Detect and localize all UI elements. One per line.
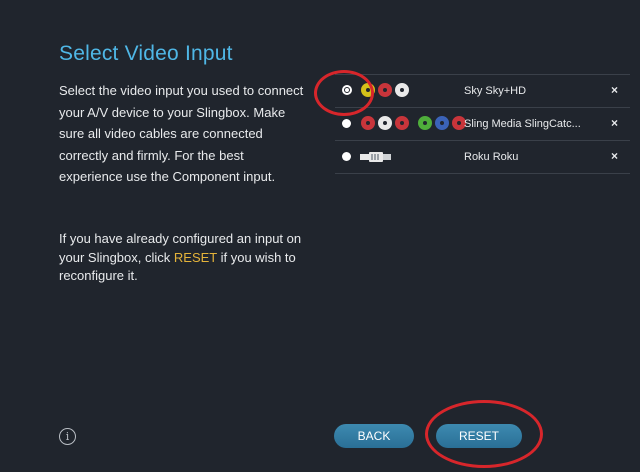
input-name: Sling Media SlingCatc...	[464, 118, 581, 130]
back-button[interactable]: BACK	[334, 424, 414, 448]
page-title: Select Video Input	[59, 42, 233, 65]
reset-link[interactable]: RESET	[174, 250, 217, 265]
video-input-row-roku[interactable]: Roku Roku ×	[335, 140, 630, 174]
input-name: Roku Roku	[464, 151, 519, 163]
remove-input-button[interactable]: ×	[611, 83, 618, 97]
input-radio[interactable]	[342, 119, 351, 128]
hdmi-plug-icon	[360, 152, 391, 162]
component-rca-plugs-icon	[361, 116, 466, 130]
reset-button[interactable]: RESET	[436, 424, 522, 448]
input-name: Sky Sky+HD	[464, 85, 527, 97]
input-radio-selected[interactable]	[342, 85, 352, 95]
remove-input-button[interactable]: ×	[611, 116, 618, 130]
input-radio[interactable]	[342, 152, 351, 161]
video-input-row-sky[interactable]: Sky Sky+HD ×	[335, 74, 630, 107]
video-input-row-slingcatcher[interactable]: Sling Media SlingCatc... ×	[335, 107, 630, 140]
instructions-text: Select the video input you used to conne…	[59, 83, 304, 184]
video-input-list: Sky Sky+HD × Sling Media SlingCatc... × …	[335, 74, 630, 174]
reset-instructions: If you have already configured an input …	[59, 230, 309, 286]
composite-rca-plugs-icon	[361, 83, 409, 97]
info-icon[interactable]: i	[59, 428, 76, 445]
remove-input-button[interactable]: ×	[611, 149, 618, 163]
